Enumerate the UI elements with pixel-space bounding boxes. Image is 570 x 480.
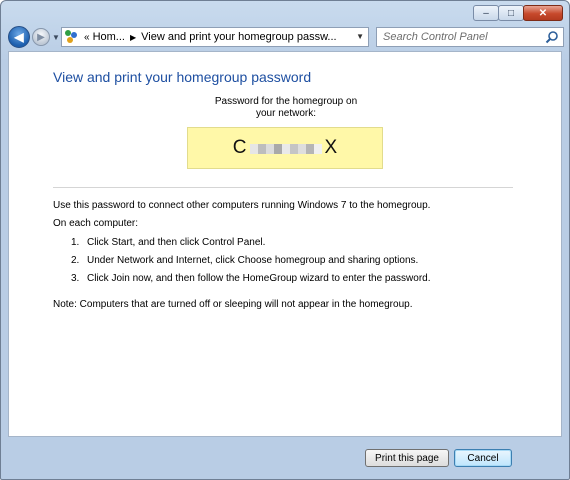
minimize-button[interactable]: –	[473, 5, 499, 21]
cancel-button[interactable]: Cancel	[454, 449, 512, 467]
step-text: Click Start, and then click Control Pane…	[87, 237, 266, 248]
step-number: 2.	[71, 255, 80, 266]
breadcrumb-separator-icon[interactable]: ▶	[130, 33, 136, 42]
password-label: Password for the homegroup on your netwo…	[1, 96, 569, 120]
on-each-computer-text: On each computer:	[53, 218, 139, 229]
step-text: Click Join now, and then follow the Home…	[87, 273, 431, 284]
step-3: 3. Click Join now, and then follow the Ho…	[71, 273, 431, 284]
address-dropdown-icon[interactable]: ▼	[356, 32, 364, 41]
password-obscured-chars	[249, 142, 322, 154]
caption-buttons: – □ ✕	[473, 5, 563, 21]
step-1: 1. Click Start, and then click Control Pa…	[71, 237, 265, 248]
close-button[interactable]: ✕	[523, 5, 563, 21]
navigation-bar: ◀ ▶ ▼ « Hom... ▶ View and print your hom…	[1, 25, 569, 49]
breadcrumb-homegroup[interactable]: Hom...	[93, 31, 125, 43]
control-panel-window: – □ ✕ ◀ ▶ ▼ « Hom... ▶ View and print yo…	[0, 0, 570, 480]
password-display: C X	[187, 127, 383, 169]
step-2: 2. Under Network and Internet, click Choo…	[71, 255, 418, 266]
back-button[interactable]: ◀	[8, 26, 30, 48]
arrow-right-icon: ▶	[37, 31, 45, 43]
password-label-line2: your network:	[255, 108, 317, 119]
page-title: View and print your homegroup password	[53, 69, 312, 85]
search-icon[interactable]	[545, 30, 559, 44]
intro-text: Use this password to connect other compu…	[53, 200, 431, 211]
recent-pages-dropdown[interactable]: ▼	[52, 33, 60, 42]
password-first-char: C	[232, 137, 247, 158]
button-bar: Print this page Cancel	[8, 437, 562, 473]
address-overflow-chevron[interactable]: «	[84, 32, 90, 43]
note-text: Note: Computers that are turned off or s…	[53, 299, 413, 310]
step-number: 3.	[71, 273, 80, 284]
search-input[interactable]: Search Control Panel	[376, 27, 564, 47]
breadcrumb-current-page[interactable]: View and print your homegroup passw...	[141, 31, 336, 43]
maximize-button[interactable]: □	[498, 5, 524, 21]
password-last-char: X	[324, 137, 338, 158]
title-bar[interactable]: – □ ✕	[1, 1, 569, 25]
step-text: Under Network and Internet, click Choose…	[87, 255, 419, 266]
search-placeholder: Search Control Panel	[383, 31, 488, 43]
address-bar[interactable]: « Hom... ▶ View and print your homegroup…	[61, 27, 369, 47]
password-label-line1: Password for the homegroup on	[214, 96, 358, 107]
separator-line	[53, 187, 513, 188]
forward-button[interactable]: ▶	[32, 28, 50, 46]
step-number: 1.	[71, 237, 80, 248]
arrow-left-icon: ◀	[14, 30, 24, 44]
control-panel-icon	[65, 30, 81, 44]
print-button[interactable]: Print this page	[365, 449, 449, 467]
